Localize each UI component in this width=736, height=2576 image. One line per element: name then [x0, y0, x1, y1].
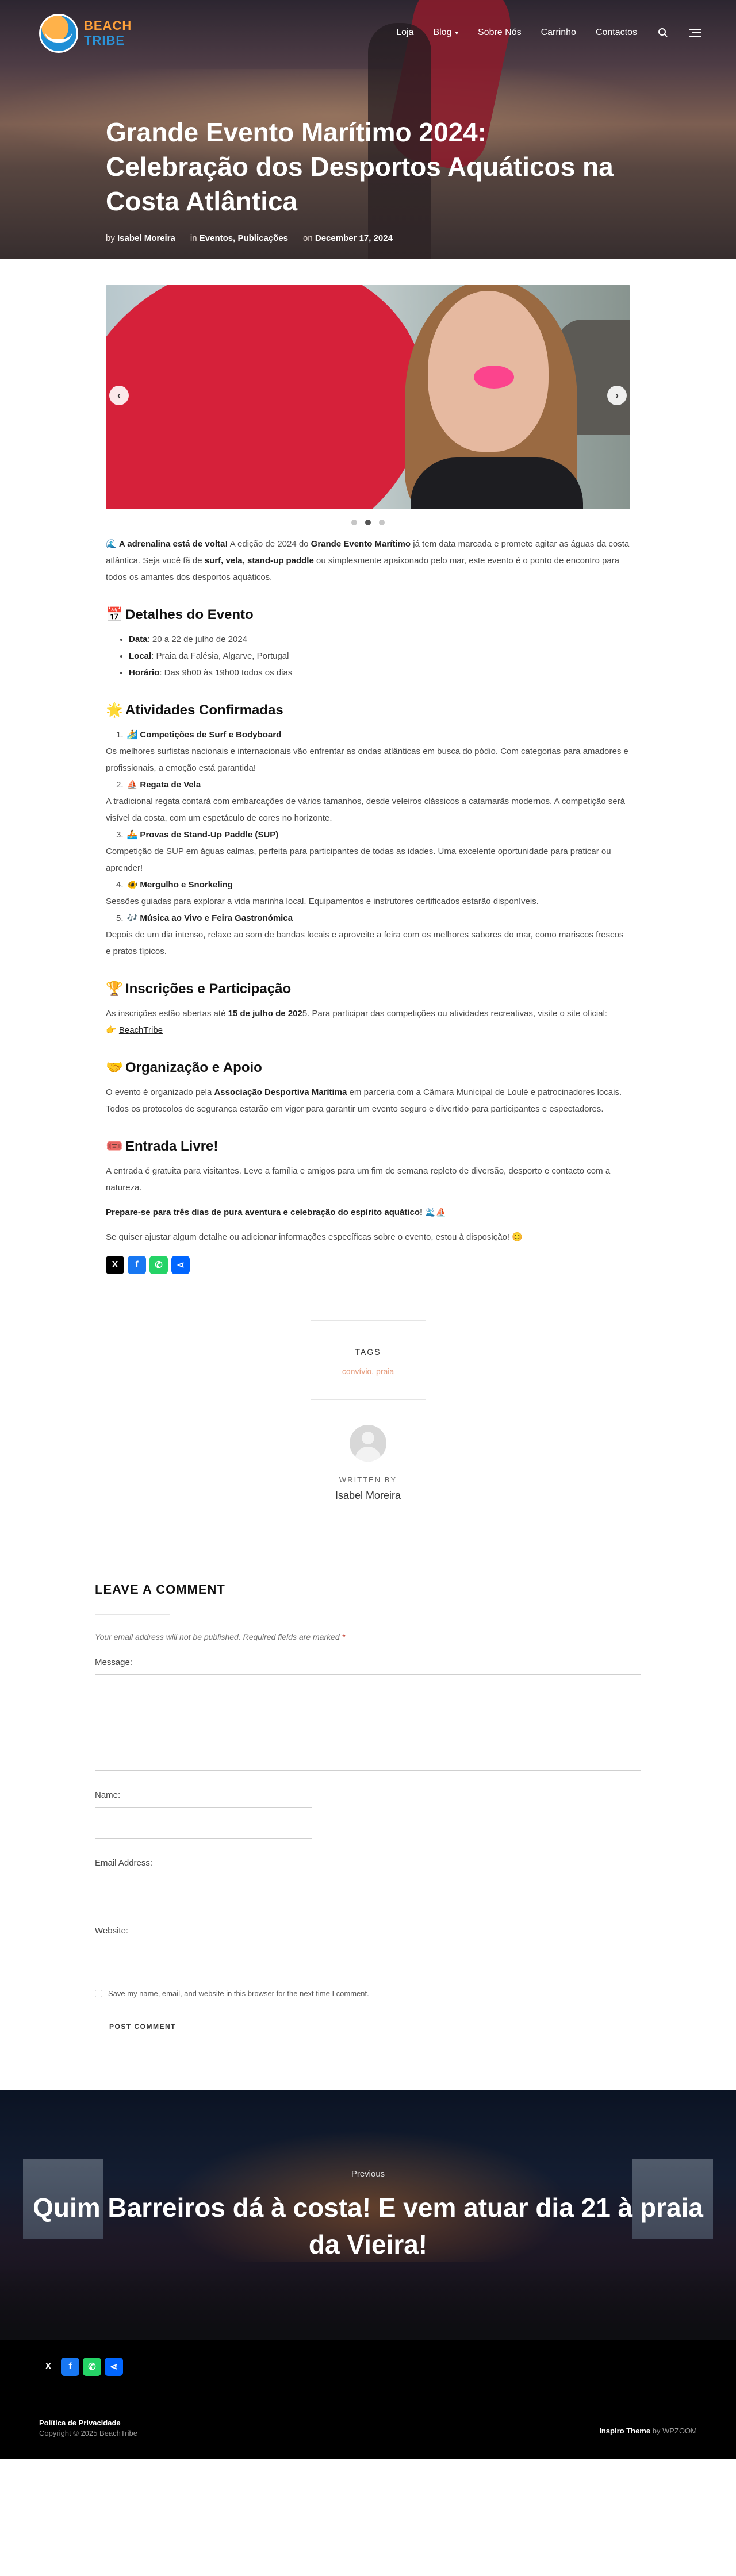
share-whatsapp-button[interactable]: ✆ — [150, 1256, 168, 1274]
avatar[interactable] — [350, 1425, 386, 1462]
registration-paragraph: As inscrições estão abertas até 15 de ju… — [106, 1009, 608, 1018]
activities-list: 1. 🏄 Competições de Surf e Bodyboard Os m… — [106, 726, 630, 960]
author-name-link[interactable]: Isabel Moreira — [106, 1490, 630, 1502]
post-meta: by Isabel Moreira in Eventos, Publicaçõe… — [106, 233, 393, 243]
author-box: WRITTEN BY Isabel Moreira — [106, 1425, 630, 1502]
search-icon[interactable] — [657, 26, 669, 39]
free-entry-paragraph: A entrada é gratuita para visitantes. Le… — [106, 1166, 611, 1193]
email-field[interactable] — [95, 1875, 312, 1906]
comments-heading: LEAVE A COMMENT — [95, 1582, 225, 1597]
divider — [95, 1614, 170, 1615]
top-navigation: BEACH TRIBE Loja Blog ▾ Sobre Nós Carrinh… — [0, 0, 736, 69]
beachtribe-link[interactable]: BeachTribe — [119, 1025, 163, 1035]
nav-item-blog[interactable]: Blog ▾ — [433, 28, 458, 38]
calendar-icon: 📅 — [106, 607, 123, 622]
section-heading: 📅 Detalhes do Evento — [106, 606, 254, 623]
tags-label: TAGS — [355, 1347, 381, 1356]
message-textarea[interactable] — [95, 1674, 641, 1771]
site-logo[interactable]: BEACH TRIBE — [39, 14, 143, 55]
tags-section: TAGS convívio, praia — [310, 1320, 425, 1400]
previous-post-banner[interactable]: Previous Quim Barreiros dá à costa! E ve… — [0, 2090, 736, 2340]
comment-form: LEAVE A COMMENT Your email address will … — [95, 1582, 641, 2040]
hamburger-menu-icon[interactable] — [689, 26, 702, 39]
share-x-button[interactable]: X — [39, 2358, 57, 2376]
share-more-button[interactable]: ⋖ — [105, 2358, 123, 2376]
tag-links[interactable]: convívio, praia — [310, 1367, 425, 1376]
trophy-icon: 🏆 — [106, 981, 123, 997]
slider-next-button[interactable]: › — [607, 386, 627, 405]
slider-prev-button[interactable]: ‹ — [109, 386, 129, 405]
section-heading: 🎟️ Entrada Livre! — [106, 1138, 218, 1155]
slider-dot[interactable] — [365, 520, 371, 525]
slider-dot[interactable] — [351, 520, 357, 525]
main-menu: Loja Blog ▾ Sobre Nós Carrinho Contactos — [396, 26, 702, 39]
share-more-button[interactable]: ⋖ — [171, 1256, 190, 1274]
theme-link[interactable]: Inspiro Theme — [599, 2427, 650, 2435]
ticket-icon: 🎟️ — [106, 1139, 123, 1154]
list-item: Local: Praia da Falésia, Algarve, Portug… — [129, 648, 630, 664]
site-footer: X f ✆ ⋖ Política de Privacidade Copyrigh… — [0, 2340, 736, 2459]
post-date: December 17, 2024 — [315, 233, 393, 243]
intro-paragraph: 🌊 A adrenalina está de volta! A edição d… — [106, 539, 630, 582]
list-item: 5. 🎶 Música ao Vivo e Feira Gastronómica … — [106, 913, 624, 956]
chevron-down-icon: ▾ — [455, 29, 458, 37]
post-header: Grande Evento Marítimo 2024: Celebração … — [106, 115, 623, 243]
divider — [310, 1399, 425, 1400]
list-item: 2. ⛵ Regata de Vela A tradicional regata … — [106, 780, 625, 823]
share-x-button[interactable]: X — [106, 1256, 124, 1274]
list-item: 1. 🏄 Competições de Surf e Bodyboard Os m… — [106, 730, 628, 773]
share-facebook-button[interactable]: f — [61, 2358, 79, 2376]
list-item: 3. 🚣 Provas de Stand-Up Paddle (SUP) Comp… — [106, 830, 611, 873]
share-buttons: X f ✆ ⋖ — [106, 1256, 630, 1274]
list-item: 4. 🐠 Mergulho e Snorkeling Sessões guiada… — [106, 880, 539, 906]
copyright: Copyright © 2025 BeachTribe — [39, 2429, 137, 2437]
post-title: Grande Evento Marítimo 2024: Celebração … — [106, 117, 614, 216]
nav-item-carrinho[interactable]: Carrinho — [541, 28, 576, 38]
share-facebook-button[interactable]: f — [128, 1256, 146, 1274]
hero-header: BEACH TRIBE Loja Blog ▾ Sobre Nós Carrinh… — [0, 0, 736, 259]
theme-credit: Inspiro Theme by WPZOOM — [599, 2427, 697, 2435]
logo-text: BEACH — [84, 18, 132, 33]
image-slider: ‹ › — [106, 285, 630, 509]
save-info-checkbox[interactable] — [95, 1990, 102, 1997]
section-heading: 🌟 Atividades Confirmadas — [106, 702, 283, 718]
event-details-list: Data: 20 a 22 de julho de 2024 Local: Pr… — [129, 631, 630, 681]
slider-dot[interactable] — [379, 520, 385, 525]
organization-paragraph: O evento é organizado pela Associação De… — [106, 1087, 622, 1114]
wpzoom-link[interactable]: WPZOOM — [662, 2427, 697, 2435]
section-heading: 🏆 Inscrições e Participação — [106, 981, 292, 997]
nav-item-loja[interactable]: Loja — [396, 28, 413, 38]
nav-item-contactos[interactable]: Contactos — [596, 28, 637, 38]
post-author-link[interactable]: Isabel Moreira — [117, 233, 175, 243]
footer-share-buttons: X f ✆ ⋖ — [39, 2358, 123, 2376]
pointing-hand-icon: 👉 — [106, 1025, 117, 1035]
divider — [310, 1320, 425, 1321]
share-whatsapp-button[interactable]: ✆ — [83, 2358, 101, 2376]
post-content: ‹ › 🌊 A adrenalina está de volta! A ediç… — [106, 285, 630, 1502]
post-comment-button[interactable]: POST COMMENT — [95, 2013, 190, 2040]
list-item: Horário: Das 9h00 às 19h00 todos os dias — [129, 664, 630, 681]
name-field[interactable] — [95, 1807, 312, 1839]
handshake-icon: 🤝 — [106, 1060, 123, 1075]
nav-item-sobre-nos[interactable]: Sobre Nós — [478, 28, 522, 38]
logo-text: TRIBE — [84, 33, 125, 48]
website-field[interactable] — [95, 1943, 312, 1974]
previous-post-title[interactable]: Quim Barreiros dá à costa! E vem atuar d… — [23, 2189, 713, 2263]
previous-label: Previous — [351, 2169, 385, 2179]
slider-dots — [106, 520, 630, 525]
star-icon: 🌟 — [106, 702, 123, 718]
privacy-policy-link[interactable]: Política de Privacidade — [39, 2419, 121, 2427]
section-heading: 🤝 Organização e Apoio — [106, 1059, 262, 1076]
list-item: Data: 20 a 22 de julho de 2024 — [129, 631, 630, 648]
post-categories-link[interactable]: Eventos, Publicações — [200, 233, 288, 243]
